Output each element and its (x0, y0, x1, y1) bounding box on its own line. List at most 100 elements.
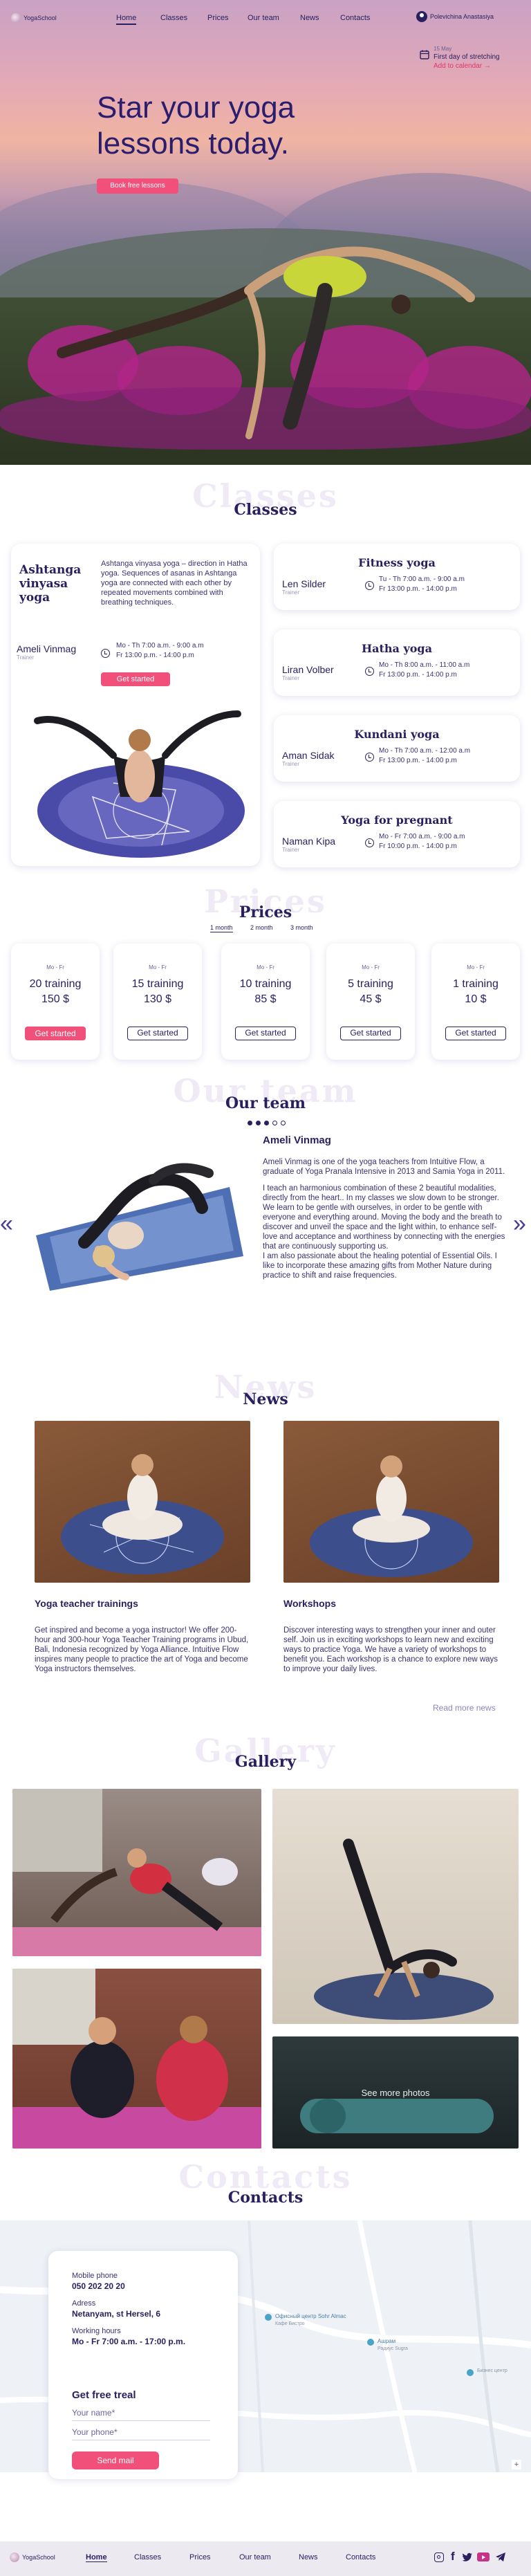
class-name: Hatha yoga (362, 642, 432, 655)
facebook-icon[interactable]: f (451, 2550, 455, 2563)
class-card[interactable]: Yoga for pregnant Naman Kipa Trainer Mo … (274, 801, 520, 867)
class-card[interactable]: Hatha yoga Liran Volber Trainer Mo - Th … (274, 629, 520, 696)
slider-dot[interactable] (272, 1121, 277, 1125)
tab-1-month[interactable]: 1 month (210, 924, 233, 932)
logo-icon[interactable] (11, 13, 21, 23)
slider-dot-active[interactable] (248, 1121, 252, 1125)
class-time-1: Tu - Th 7:00 a.m. - 9:00 a.m (379, 576, 465, 583)
class-name: Yoga for pregnant (341, 813, 453, 827)
class-card[interactable]: Kundani yoga Aman Sidak Trainer Mo - Th … (274, 715, 520, 782)
user-icon[interactable] (416, 11, 427, 22)
news-photo-illustration (61, 1454, 224, 1574)
clock-icon (365, 838, 374, 847)
price-days: Mo - Fr (362, 964, 380, 970)
team-slider-dots (248, 1121, 289, 1126)
trainer-role: Trainer (282, 675, 300, 681)
telegram-icon[interactable] (495, 2552, 506, 2562)
gallery-photo[interactable] (12, 1969, 261, 2149)
map-label: Ашрам (378, 2338, 396, 2344)
hero-title-line1: Star your yoga (97, 91, 295, 125)
training-count: 15 training (131, 978, 184, 990)
prev-arrow-icon[interactable]: « (0, 1212, 13, 1235)
price-card[interactable]: Mo - Fr 10 training 85 $ Get started (221, 944, 310, 1060)
price-card[interactable]: Mo - Fr 20 training 150 $ Get started (11, 944, 100, 1060)
footer-nav-our-team[interactable]: Our team (239, 2553, 271, 2561)
instagram-icon[interactable] (434, 2552, 444, 2562)
news-photo[interactable] (35, 1421, 250, 1583)
class-time-2: Fr 13:00 p.m. - 14:00 p.m (379, 757, 457, 764)
next-arrow-icon[interactable]: » (513, 1212, 526, 1235)
nav-item-our-team[interactable]: Our team (248, 14, 279, 22)
see-more-photos-link[interactable]: See more photos (272, 2088, 519, 2098)
price-days: Mo - Fr (149, 964, 167, 970)
brand-name[interactable]: YogaSchool (24, 15, 57, 21)
class-time-2: Fr 13:00 p.m. - 14:00 p.m (379, 585, 457, 593)
class-description: Ashtanga vinyasa yoga – direction in Hat… (101, 560, 248, 607)
nav-item-classes[interactable]: Classes (160, 14, 187, 22)
footer-nav-classes[interactable]: Classes (134, 2553, 161, 2561)
send-mail-button[interactable]: Send mail (72, 2451, 159, 2469)
nav-item-news[interactable]: News (300, 14, 319, 22)
news-item-title[interactable]: Yoga teacher trainings (35, 1598, 250, 1609)
slider-dot[interactable] (264, 1121, 269, 1125)
name-input[interactable] (72, 2404, 210, 2421)
nav-item-contacts[interactable]: Contacts (340, 14, 370, 22)
nav-item-home[interactable]: Home (116, 14, 137, 25)
trainer-bio-paragraph: I teach an harmonious combination of the… (263, 1184, 505, 1251)
price-value: 130 $ (143, 993, 172, 1005)
gallery-photo[interactable] (12, 1789, 261, 1956)
nav-item-prices[interactable]: Prices (207, 14, 229, 22)
youtube-icon[interactable] (477, 2552, 490, 2561)
gallery-photo[interactable]: See more photos (272, 2036, 519, 2149)
tab-2-month[interactable]: 2 month (250, 924, 273, 931)
classes-title: Classes (234, 501, 297, 519)
footer-nav-contacts[interactable]: Contacts (346, 2553, 375, 2561)
slider-dot[interactable] (256, 1121, 261, 1125)
address-label: Adress (72, 2299, 96, 2308)
user-name[interactable]: Polevichina Anastasiya (430, 13, 494, 20)
slider-dot[interactable] (281, 1121, 286, 1125)
training-count: 20 training (29, 978, 82, 990)
price-card[interactable]: Mo - Fr 5 training 45 $ Get started (326, 944, 415, 1060)
training-count: 1 training (453, 978, 499, 990)
clock-icon (365, 581, 374, 590)
book-free-lessons-button[interactable]: Book free lessons (97, 178, 178, 194)
map-zoom-in-icon[interactable]: + (512, 2460, 521, 2469)
footer-nav-news[interactable]: News (299, 2553, 318, 2561)
phone-input[interactable] (72, 2424, 210, 2440)
add-to-calendar-link[interactable]: Add to calendar → (434, 62, 491, 70)
get-started-button[interactable]: Get started (127, 1027, 188, 1040)
logo-icon[interactable] (10, 2552, 19, 2562)
get-started-button[interactable]: Get started (101, 672, 170, 686)
footer-nav-prices[interactable]: Prices (189, 2553, 211, 2561)
news-photo[interactable] (283, 1421, 499, 1583)
hero-title: Star your yoga lessons today. (97, 90, 295, 162)
event-widget: 15 May First day of stretching Add to ca… (420, 46, 516, 76)
price-value: 85 $ (254, 993, 277, 1005)
calendar-icon (420, 50, 429, 59)
class-name: Kundani yoga (354, 728, 440, 741)
tab-3-month[interactable]: 3 month (290, 924, 313, 931)
footer-nav-home[interactable]: Home (86, 2553, 107, 2562)
get-started-button[interactable]: Get started (340, 1027, 401, 1040)
phone-value[interactable]: 050 202 20 20 (72, 2281, 125, 2291)
get-started-button[interactable]: Get started (445, 1027, 506, 1040)
hours-label: Working hours (72, 2327, 121, 2335)
gallery-photo[interactable] (272, 1789, 519, 2024)
trainer-bio-paragraph: Ameli Vinmag is one of the yoga teachers… (263, 1158, 505, 1176)
get-started-button[interactable]: Get started (25, 1027, 86, 1040)
news-item-text: Discover interesting ways to strengthen … (283, 1626, 499, 1673)
price-value: 10 $ (465, 993, 487, 1005)
class-card[interactable]: Fitness yoga Len Silder Trainer Tu - Th … (274, 544, 520, 610)
class-time-1: Mo - Th 7:00 a.m. - 9:00 a.m (116, 642, 204, 650)
price-card[interactable]: Mo - Fr 1 training 10 $ Get started (431, 944, 520, 1060)
twitter-icon[interactable] (462, 2552, 473, 2562)
price-card[interactable]: Mo - Fr 15 training 130 $ Get started (113, 944, 202, 1060)
read-more-news-link[interactable]: Read more news (433, 1703, 496, 1713)
class-time-2: Fr 13:00 p.m. - 14:00 p.m (379, 671, 457, 679)
featured-class-card[interactable]: Ashtanga vinyasa yoga Ashtanga vinyasa y… (11, 544, 260, 866)
class-name: Fitness yoga (358, 556, 436, 569)
get-started-button[interactable]: Get started (235, 1027, 296, 1040)
news-item-title[interactable]: Workshops (283, 1598, 499, 1609)
footer-brand[interactable]: YogaSchool (22, 2554, 55, 2561)
